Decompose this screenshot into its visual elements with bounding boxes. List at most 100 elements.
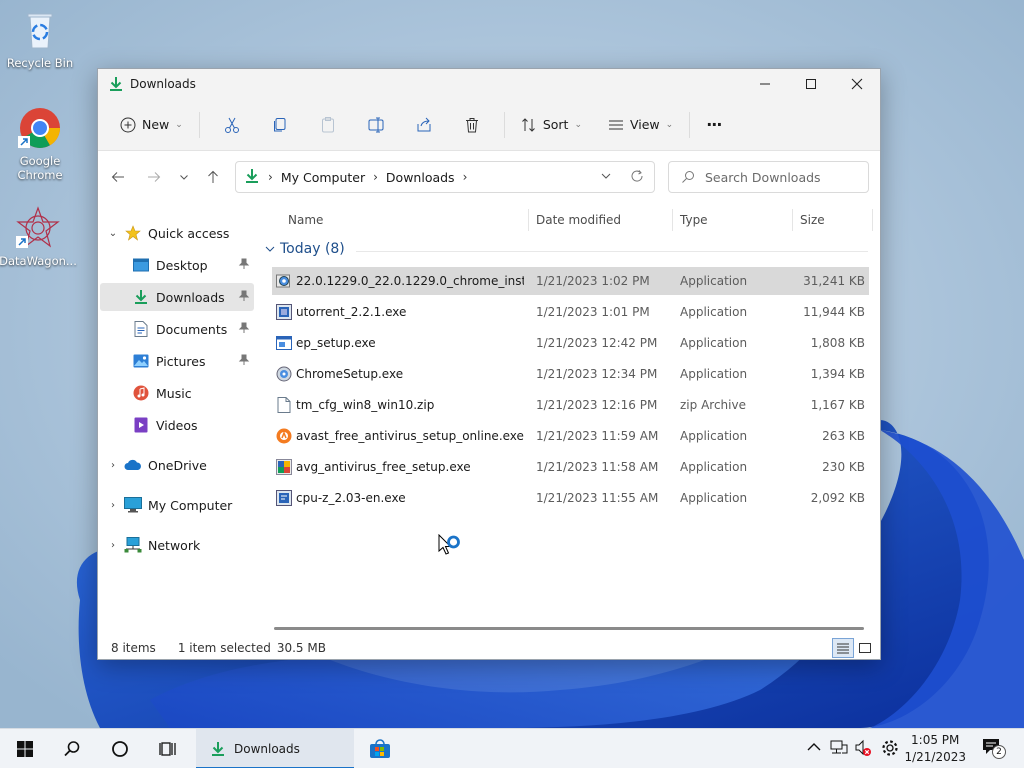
desktop-folder-icon bbox=[132, 257, 150, 273]
breadcrumb-separator[interactable]: › bbox=[373, 170, 378, 184]
file-row[interactable]: 22.0.1229.0_22.0.1229.0_chrome_installer… bbox=[272, 267, 869, 295]
desktop-icon-recycle-bin[interactable]: Recycle Bin bbox=[0, 8, 80, 70]
copy-button[interactable] bbox=[256, 109, 304, 141]
downloads-icon bbox=[212, 742, 224, 756]
file-row[interactable]: ChromeSetup.exe 1/21/2023 12:34 PM Appli… bbox=[272, 360, 869, 388]
sidebar-item-label: Network bbox=[148, 537, 201, 553]
show-hidden-icons-button[interactable] bbox=[806, 739, 822, 758]
column-header-size[interactable]: Size bbox=[800, 203, 825, 237]
sidebar-item-pictures[interactable]: Pictures bbox=[100, 347, 254, 375]
column-header-type[interactable]: Type bbox=[680, 203, 708, 237]
clock[interactable]: 1:05 PM 1/21/2023 bbox=[904, 732, 966, 766]
windows-logo-icon bbox=[17, 741, 33, 757]
file-name: utorrent_2.2.1.exe bbox=[296, 305, 407, 319]
sidebar-item-quick-access[interactable]: ⌄ Quick access bbox=[100, 219, 254, 247]
paste-button[interactable] bbox=[304, 109, 352, 141]
file-row[interactable]: ep_setup.exe 1/21/2023 12:42 PM Applicat… bbox=[272, 329, 869, 357]
delete-button[interactable] bbox=[448, 109, 496, 141]
chevron-down-icon: ⌄ bbox=[175, 119, 183, 130]
maximize-button[interactable] bbox=[788, 69, 834, 99]
recycle-bin-icon bbox=[18, 8, 62, 52]
title-bar[interactable]: Downloads bbox=[98, 69, 880, 99]
application-icon bbox=[276, 335, 292, 351]
sidebar-item-desktop[interactable]: Desktop bbox=[100, 251, 254, 279]
horizontal-scrollbar[interactable] bbox=[274, 627, 864, 630]
sidebar-item-label: Pictures bbox=[156, 353, 206, 369]
chevron-right-icon[interactable]: › bbox=[106, 500, 120, 511]
command-bar: New ⌄ Sort ⌄ View ⌄ ··· bbox=[98, 99, 880, 151]
network-status-button[interactable] bbox=[830, 739, 848, 760]
search-button[interactable] bbox=[50, 729, 94, 768]
taskbar-store[interactable] bbox=[358, 729, 402, 768]
sidebar-item-my-computer[interactable]: › My Computer bbox=[100, 491, 254, 519]
breadcrumb-my-computer[interactable]: My Computer bbox=[281, 170, 365, 185]
column-divider[interactable] bbox=[672, 209, 673, 231]
file-type: Application bbox=[680, 491, 748, 505]
paste-icon bbox=[321, 116, 334, 132]
details-view-button[interactable] bbox=[832, 638, 854, 658]
sidebar-item-music[interactable]: Music bbox=[100, 379, 254, 407]
close-button[interactable] bbox=[834, 69, 880, 99]
back-button[interactable] bbox=[102, 161, 134, 193]
pin-icon[interactable] bbox=[238, 258, 250, 273]
rename-button[interactable] bbox=[352, 109, 400, 141]
desktop-icon-google-chrome[interactable]: Google Chrome bbox=[0, 106, 80, 182]
videos-icon bbox=[132, 417, 150, 433]
column-divider[interactable] bbox=[528, 209, 529, 231]
share-button[interactable] bbox=[400, 109, 448, 141]
file-row[interactable]: avast_free_antivirus_setup_online.exe 1/… bbox=[272, 422, 869, 450]
notifications-button[interactable]: 2 bbox=[982, 737, 1006, 762]
chevron-right-icon[interactable]: › bbox=[106, 540, 120, 551]
sidebar-item-label: Desktop bbox=[156, 257, 208, 273]
group-header-today[interactable]: Today (8) bbox=[264, 241, 868, 257]
large-icons-view-button[interactable] bbox=[854, 638, 876, 658]
sidebar-item-network[interactable]: › Network bbox=[100, 531, 254, 559]
pin-icon[interactable] bbox=[238, 354, 250, 369]
pin-icon[interactable] bbox=[238, 290, 250, 305]
desktop-icon-datawagon[interactable]: DataWagon... bbox=[0, 206, 78, 268]
more-options-button[interactable]: ··· bbox=[698, 109, 729, 141]
taskbar-item-label: Downloads bbox=[234, 742, 300, 756]
sidebar-item-downloads[interactable]: Downloads bbox=[100, 283, 254, 311]
settings-button[interactable] bbox=[881, 739, 899, 760]
sidebar-item-onedrive[interactable]: › OneDrive bbox=[100, 451, 254, 479]
refresh-button[interactable] bbox=[630, 169, 644, 186]
search-box[interactable]: Search Downloads bbox=[668, 161, 869, 193]
pin-icon[interactable] bbox=[238, 322, 250, 337]
task-view-button[interactable] bbox=[146, 729, 190, 768]
recent-locations-button[interactable] bbox=[168, 161, 200, 193]
address-history-button[interactable] bbox=[600, 170, 612, 185]
refresh-icon bbox=[631, 170, 643, 182]
new-button[interactable]: New ⌄ bbox=[112, 109, 191, 141]
minimize-button[interactable] bbox=[742, 69, 788, 99]
file-list: Name Date modified Type Size Today (8) 2… bbox=[258, 203, 880, 627]
breadcrumb-downloads[interactable]: Downloads bbox=[386, 170, 455, 185]
volume-button[interactable] bbox=[854, 739, 872, 760]
file-row[interactable]: tm_cfg_win8_win10.zip 1/21/2023 12:16 PM… bbox=[272, 391, 869, 419]
file-row[interactable]: avg_antivirus_free_setup.exe 1/21/2023 1… bbox=[272, 453, 869, 481]
forward-button[interactable] bbox=[138, 161, 170, 193]
sort-button[interactable]: Sort ⌄ bbox=[513, 109, 590, 141]
breadcrumb-separator[interactable]: › bbox=[463, 170, 468, 184]
chevron-right-icon[interactable]: › bbox=[106, 460, 120, 471]
file-row[interactable]: cpu-z_2.03-en.exe 1/21/2023 11:55 AM App… bbox=[272, 484, 869, 512]
group-divider bbox=[356, 251, 868, 252]
file-row[interactable]: utorrent_2.2.1.exe 1/21/2023 1:01 PM App… bbox=[272, 298, 869, 326]
chevron-down-icon[interactable]: ⌄ bbox=[106, 228, 120, 239]
column-divider[interactable] bbox=[872, 209, 873, 231]
address-bar[interactable]: › My Computer › Downloads › bbox=[235, 161, 655, 193]
breadcrumb-separator[interactable]: › bbox=[268, 170, 273, 184]
column-divider[interactable] bbox=[792, 209, 793, 231]
network-icon bbox=[124, 537, 142, 553]
column-header-name[interactable]: Name bbox=[288, 203, 323, 237]
file-type: Application bbox=[680, 429, 748, 443]
start-button[interactable] bbox=[4, 729, 46, 768]
up-button[interactable] bbox=[197, 161, 229, 193]
view-button[interactable]: View ⌄ bbox=[600, 109, 681, 141]
cut-button[interactable] bbox=[208, 109, 256, 141]
column-header-date[interactable]: Date modified bbox=[536, 203, 621, 237]
sidebar-item-documents[interactable]: Documents bbox=[100, 315, 254, 343]
cortana-button[interactable] bbox=[98, 729, 142, 768]
sidebar-item-videos[interactable]: Videos bbox=[100, 411, 254, 439]
taskbar-explorer-downloads[interactable]: Downloads bbox=[196, 729, 354, 768]
